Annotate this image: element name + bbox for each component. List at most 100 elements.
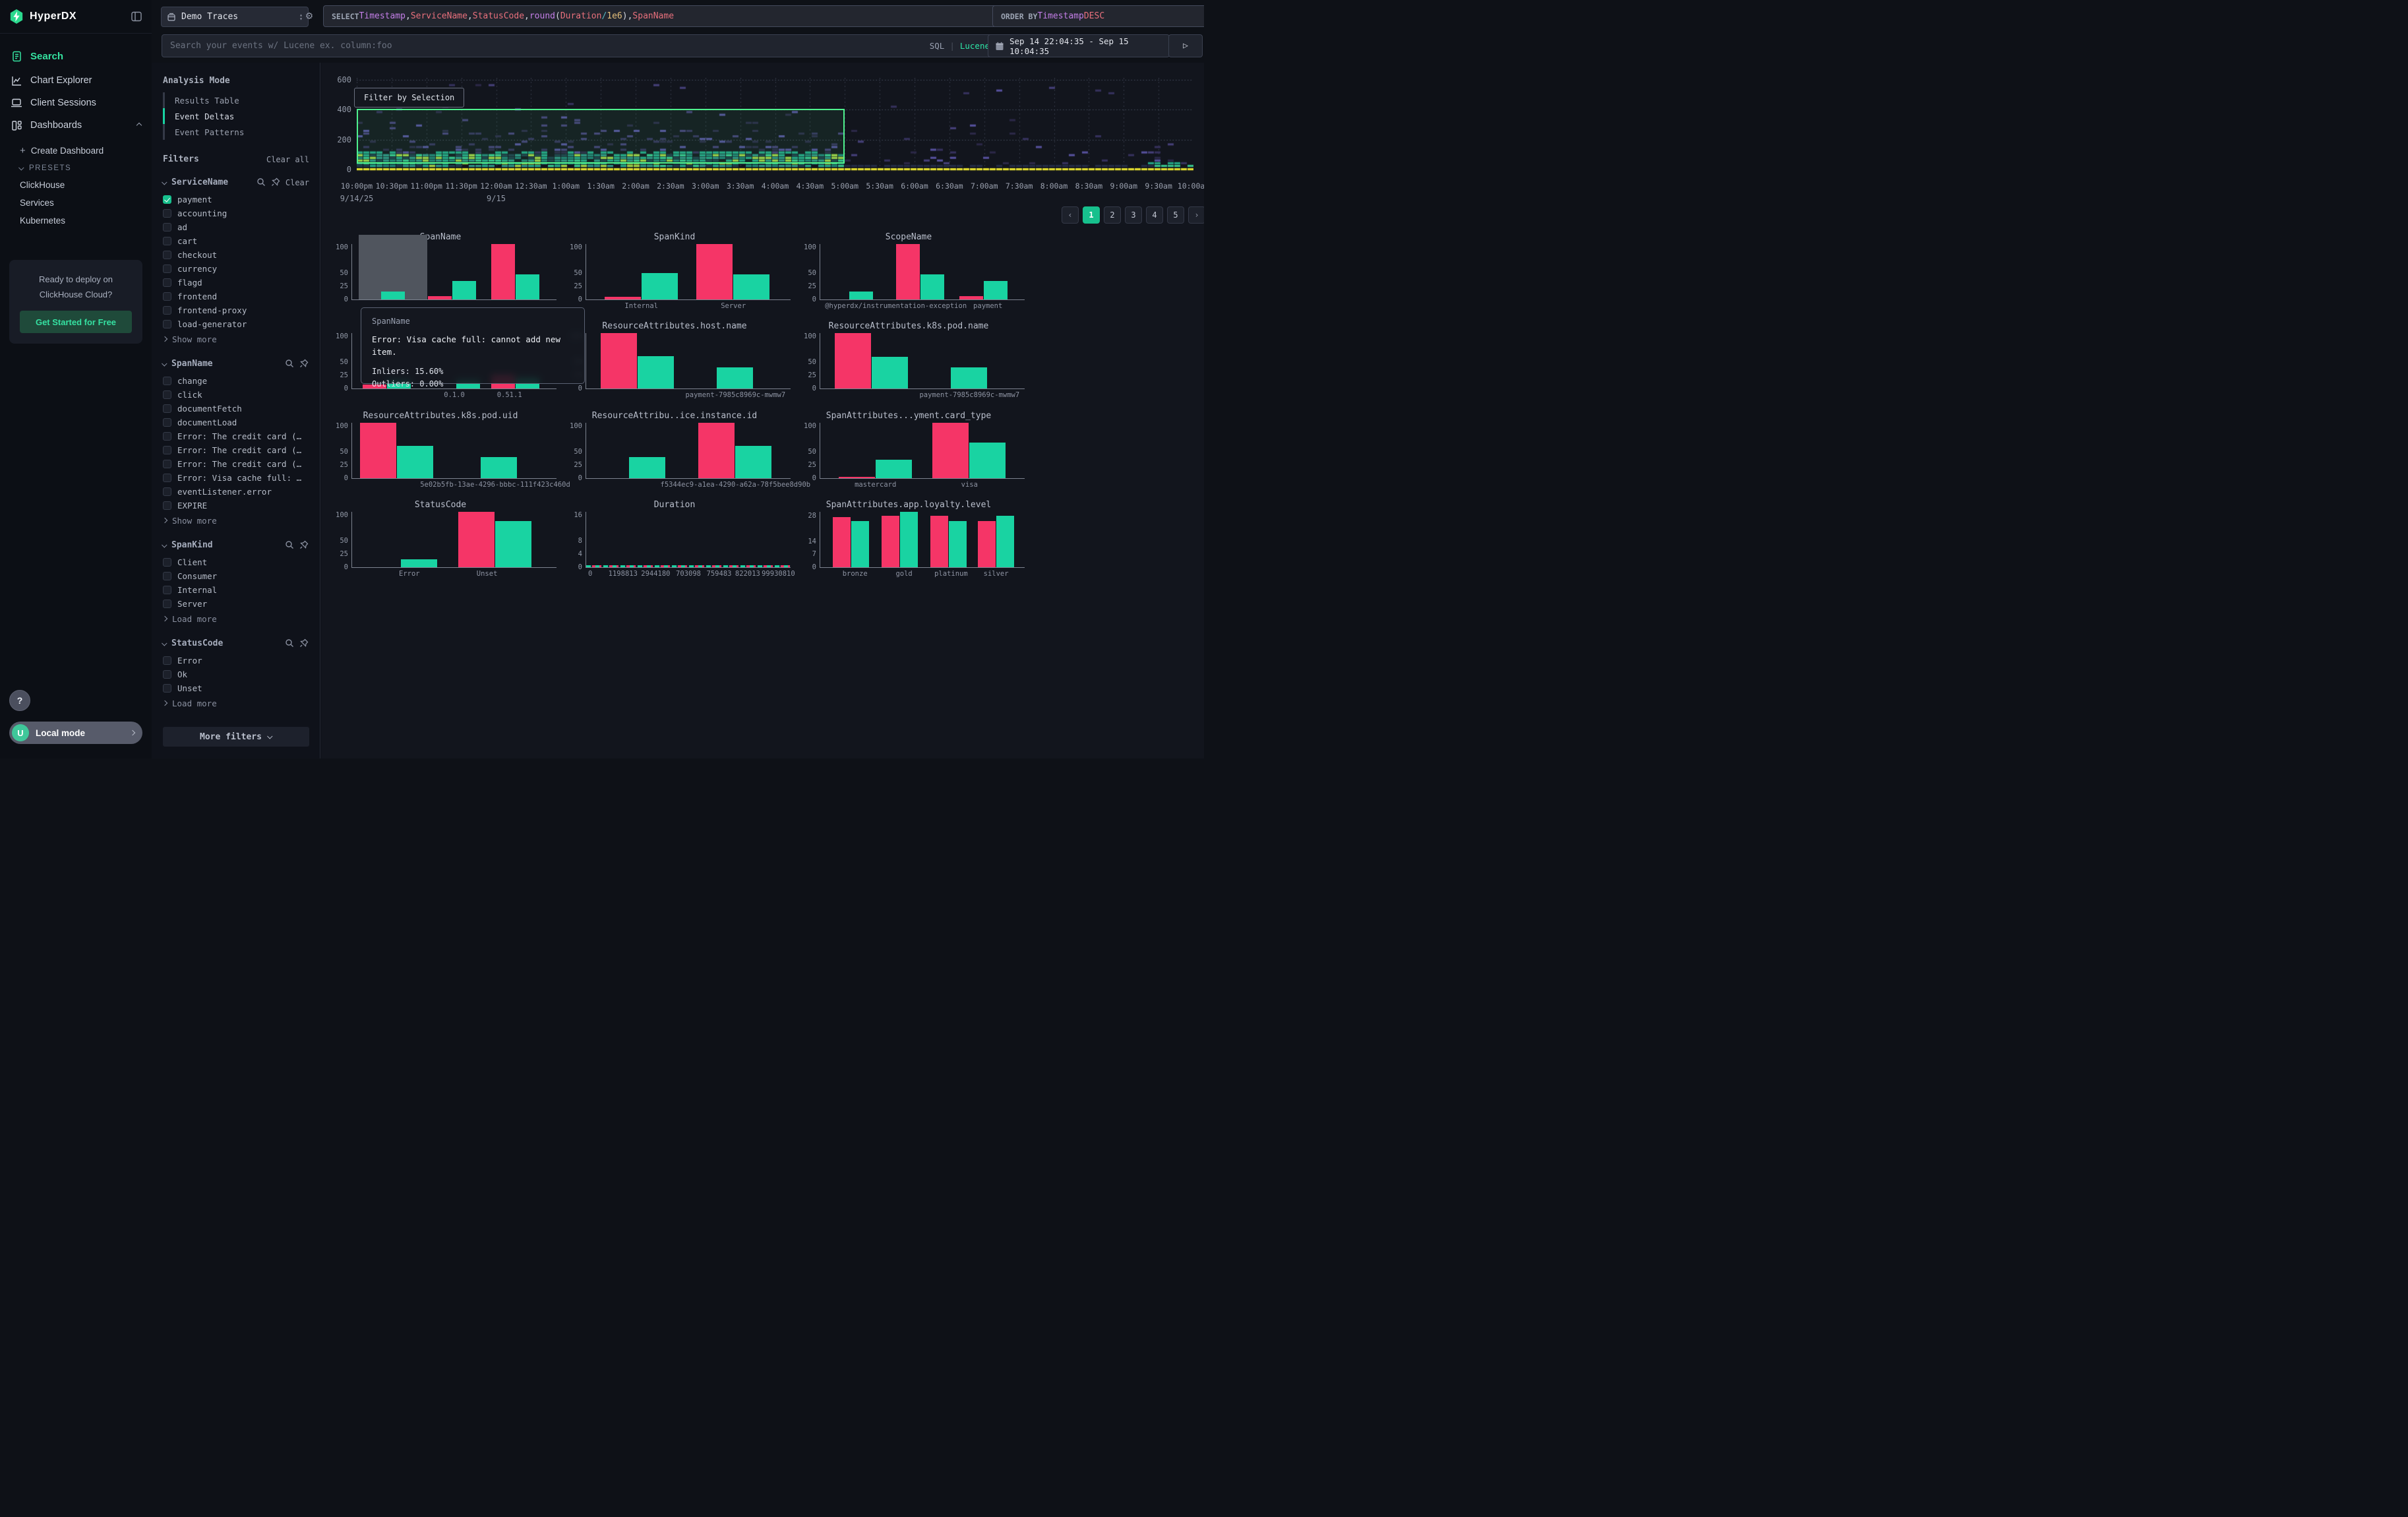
checkbox[interactable] <box>163 487 171 496</box>
analysis-mode-event-patterns[interactable]: Event Patterns <box>163 124 309 140</box>
search-icon[interactable] <box>285 540 295 550</box>
filter-group-name[interactable]: StatusCode <box>171 638 223 648</box>
get-started-button[interactable]: Get Started for Free <box>20 311 132 333</box>
checkbox[interactable] <box>163 446 171 454</box>
analysis-mode-results-table[interactable]: Results Table <box>163 92 309 108</box>
sidebar-item-search[interactable]: Search <box>0 43 152 69</box>
minichart-plot[interactable]: 100502505e02b5fb-13ae-4296-bbbc-111f423c… <box>351 423 557 479</box>
run-query-button[interactable]: ▷ <box>1168 34 1203 57</box>
minichart-plot[interactable]: 10050250 <box>351 244 557 300</box>
sidebar-item-dashboards[interactable]: Dashboards <box>0 114 152 137</box>
sidebar-item-client-sessions[interactable]: Client Sessions <box>0 92 152 114</box>
filter-option[interactable]: Client <box>163 555 309 569</box>
checkbox[interactable] <box>163 460 171 468</box>
checkbox[interactable] <box>163 418 171 427</box>
filter-option[interactable]: click <box>163 388 309 401</box>
pin-icon[interactable] <box>271 177 281 187</box>
filter-option[interactable]: Internal <box>163 583 309 596</box>
pagination-next[interactable]: › <box>1188 206 1204 224</box>
checkbox[interactable] <box>163 237 171 245</box>
filter-option[interactable]: load-generator <box>163 317 309 330</box>
local-mode-menu[interactable]: U Local mode <box>9 722 142 744</box>
checkbox[interactable] <box>163 209 171 218</box>
checkbox[interactable] <box>163 670 171 679</box>
language-toggle-lucene[interactable]: Lucene <box>960 41 990 51</box>
checkbox[interactable] <box>163 656 171 665</box>
sidebar-item-services[interactable]: Services <box>0 194 152 212</box>
filter-option[interactable]: Server <box>163 597 309 610</box>
gear-icon[interactable]: ⚙ <box>302 9 316 23</box>
minichart-plot[interactable]: 10050250ErrorUnset <box>351 512 557 568</box>
minichart-plot[interactable]: 10050250mastercardvisa <box>820 423 1025 479</box>
checkbox[interactable] <box>163 306 171 315</box>
create-dashboard-button[interactable]: + Create Dashboard <box>0 142 152 160</box>
minichart-plot[interactable]: 10050250InternalServer <box>586 244 791 300</box>
checkbox[interactable] <box>163 223 171 232</box>
filter-option[interactable]: frontend-proxy <box>163 303 309 317</box>
filter-option[interactable]: frontend <box>163 290 309 303</box>
analysis-mode-event-deltas[interactable]: Event Deltas <box>163 108 309 124</box>
language-toggle-sql[interactable]: SQL <box>930 41 945 51</box>
minichart-plot[interactable]: 281470bronzegoldplatinumsilver <box>820 512 1025 568</box>
filter-option[interactable]: eventListener.error <box>163 485 309 498</box>
pin-icon[interactable] <box>299 638 309 648</box>
checkbox[interactable] <box>163 558 171 567</box>
filter-option[interactable]: ad <box>163 220 309 233</box>
minichart-plot[interactable]: 10050250f5344ec9-a1ea-4290-a62a-78f5bee8… <box>586 423 791 479</box>
checkbox[interactable] <box>163 320 171 328</box>
checkbox[interactable] <box>163 264 171 273</box>
filter-group-name[interactable]: ServiceName <box>171 177 228 187</box>
pin-icon[interactable] <box>299 359 309 369</box>
filter-option[interactable]: checkout <box>163 248 309 261</box>
sidebar-item-kubernetes[interactable]: Kubernetes <box>0 212 152 230</box>
filter-option[interactable]: currency <box>163 262 309 275</box>
clear-all-button[interactable]: Clear all <box>266 155 309 164</box>
show-more-button[interactable]: Load more <box>163 697 309 710</box>
filter-option[interactable]: flagd <box>163 276 309 289</box>
checkbox-checked[interactable] <box>163 195 171 204</box>
pagination-prev[interactable]: ‹ <box>1062 206 1079 224</box>
checkbox[interactable] <box>163 404 171 413</box>
sidebar-collapse-icon[interactable] <box>131 11 142 22</box>
filter-option[interactable]: Consumer <box>163 569 309 582</box>
show-more-button[interactable]: Show more <box>163 514 309 527</box>
filter-option[interactable]: EXPIRE <box>163 499 309 512</box>
filter-group-name[interactable]: SpanKind <box>171 540 213 550</box>
minichart-plot[interactable]: 10050250@hyperdx/instrumentation-excepti… <box>820 244 1025 300</box>
search-bar[interactable]: Search your events w/ Lucene ex. column:… <box>162 34 998 57</box>
checkbox[interactable] <box>163 292 171 301</box>
filter-option[interactable]: cart <box>163 234 309 247</box>
more-filters-button[interactable]: More filters <box>163 727 309 747</box>
checkbox[interactable] <box>163 377 171 385</box>
checkbox[interactable] <box>163 586 171 594</box>
filter-option[interactable]: Error: The credit card (… <box>163 429 309 443</box>
pagination-page-5[interactable]: 5 <box>1167 206 1184 224</box>
show-more-button[interactable]: Show more <box>163 332 309 346</box>
help-button[interactable]: ? <box>9 690 30 711</box>
presets-toggle[interactable]: PRESETS <box>0 160 152 176</box>
checkbox[interactable] <box>163 278 171 287</box>
checkbox[interactable] <box>163 600 171 608</box>
show-more-button[interactable]: Load more <box>163 612 309 625</box>
sql-select-input[interactable]: SELECT Timestamp, ServiceName, StatusCod… <box>323 5 998 27</box>
sidebar-item-clickhouse[interactable]: ClickHouse <box>0 176 152 194</box>
checkbox[interactable] <box>163 251 171 259</box>
pagination-page-2[interactable]: 2 <box>1104 206 1121 224</box>
order-by-input[interactable]: ORDER BY Timestamp DESC <box>992 5 1204 27</box>
filter-option[interactable]: payment <box>163 193 309 206</box>
filter-option[interactable]: accounting <box>163 206 309 220</box>
pagination-page-3[interactable]: 3 <box>1125 206 1142 224</box>
checkbox[interactable] <box>163 572 171 580</box>
filter-option[interactable]: Ok <box>163 667 309 681</box>
search-icon[interactable] <box>285 359 295 369</box>
sidebar-item-chart-explorer[interactable]: Chart Explorer <box>0 69 152 92</box>
pagination-page-4[interactable]: 4 <box>1146 206 1163 224</box>
minichart-plot[interactable]: 10050250payment-7985c8969c-mwmw7 <box>820 333 1025 389</box>
filter-option[interactable]: documentFetch <box>163 402 309 415</box>
checkbox[interactable] <box>163 390 171 399</box>
checkbox[interactable] <box>163 432 171 441</box>
filter-option[interactable]: Error: Visa cache full: … <box>163 471 309 484</box>
checkbox[interactable] <box>163 684 171 693</box>
filter-group-name[interactable]: SpanName <box>171 359 213 369</box>
checkbox[interactable] <box>163 501 171 510</box>
